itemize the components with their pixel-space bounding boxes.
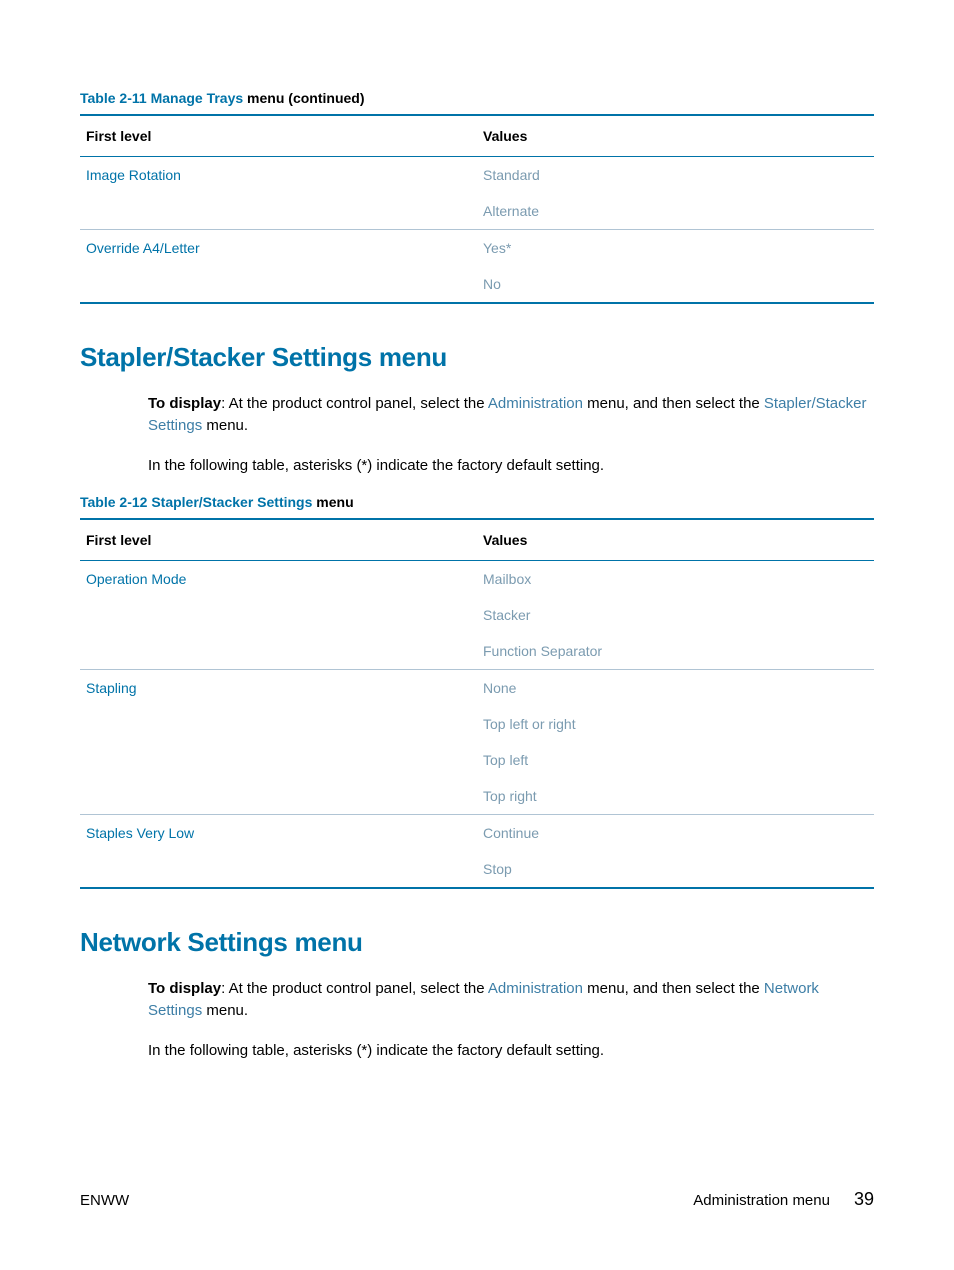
table1-header-first-level: First level	[80, 115, 477, 157]
first-level-cell	[80, 266, 477, 303]
stapler-stacker-heading: Stapler/Stacker Settings menu	[80, 342, 874, 373]
table-row: Alternate	[80, 193, 874, 230]
first-level-cell: Image Rotation	[80, 157, 477, 194]
table2-header-first-level: First level	[80, 519, 477, 561]
value-cell: Alternate	[477, 193, 874, 230]
first-level-cell: Operation Mode	[80, 561, 477, 598]
value-cell: Mailbox	[477, 561, 874, 598]
value-cell: Top left	[477, 742, 874, 778]
value-cell: No	[477, 266, 874, 303]
value-cell: Yes*	[477, 230, 874, 267]
table-row: Top left	[80, 742, 874, 778]
table-row: Top right	[80, 778, 874, 815]
network-settings-heading: Network Settings menu	[80, 927, 874, 958]
first-level-cell: Staples Very Low	[80, 815, 477, 852]
stapler-asterisk-note: In the following table, asterisks (*) in…	[148, 455, 874, 477]
table2-suffix: menu	[312, 494, 353, 510]
footer-section: Administration menu	[693, 1192, 830, 1209]
table-row: Override A4/LetterYes*	[80, 230, 874, 267]
first-level-cell	[80, 597, 477, 633]
table-row: No	[80, 266, 874, 303]
table1-title: Manage Trays	[151, 90, 244, 106]
table-row: Stacker	[80, 597, 874, 633]
first-level-cell: Stapling	[80, 670, 477, 707]
to-display-label-1: To display	[148, 395, 221, 412]
stapler-display-paragraph: To display: At the product control panel…	[148, 393, 874, 437]
value-cell: Stacker	[477, 597, 874, 633]
page-number: 39	[854, 1189, 874, 1210]
footer-left: ENWW	[80, 1192, 129, 1209]
to-display-label-2: To display	[148, 980, 221, 997]
network-display-paragraph: To display: At the product control panel…	[148, 978, 874, 1022]
table2-header-values: Values	[477, 519, 874, 561]
table1-suffix: menu (continued)	[243, 90, 364, 106]
table2-number: Table 2-12	[80, 494, 147, 510]
table-row: Image RotationStandard	[80, 157, 874, 194]
value-cell: Top left or right	[477, 706, 874, 742]
table-row: Staples Very LowContinue	[80, 815, 874, 852]
table2-title: Stapler/Stacker Settings	[151, 494, 312, 510]
first-level-cell: Override A4/Letter	[80, 230, 477, 267]
first-level-cell	[80, 742, 477, 778]
manage-trays-table: First level Values Image RotationStandar…	[80, 114, 874, 304]
first-level-cell	[80, 193, 477, 230]
table-row: Operation ModeMailbox	[80, 561, 874, 598]
page-footer: ENWW Administration menu 39	[80, 1189, 874, 1210]
table1-header-values: Values	[477, 115, 874, 157]
table-caption-1: Table 2-11 Manage Trays menu (continued)	[80, 90, 874, 106]
value-cell: Continue	[477, 815, 874, 852]
value-cell: None	[477, 670, 874, 707]
value-cell: Function Separator	[477, 633, 874, 670]
table-row: Stop	[80, 851, 874, 888]
administration-link-2: Administration	[488, 980, 583, 997]
table-row: Top left or right	[80, 706, 874, 742]
first-level-cell	[80, 706, 477, 742]
value-cell: Standard	[477, 157, 874, 194]
table-row: Function Separator	[80, 633, 874, 670]
table-row: StaplingNone	[80, 670, 874, 707]
table-caption-2: Table 2-12 Stapler/Stacker Settings menu	[80, 494, 874, 510]
administration-link-1: Administration	[488, 395, 583, 412]
value-cell: Top right	[477, 778, 874, 815]
stapler-stacker-table: First level Values Operation ModeMailbox…	[80, 518, 874, 889]
first-level-cell	[80, 851, 477, 888]
first-level-cell	[80, 778, 477, 815]
table1-number: Table 2-11	[80, 90, 147, 106]
network-asterisk-note: In the following table, asterisks (*) in…	[148, 1040, 874, 1062]
value-cell: Stop	[477, 851, 874, 888]
first-level-cell	[80, 633, 477, 670]
